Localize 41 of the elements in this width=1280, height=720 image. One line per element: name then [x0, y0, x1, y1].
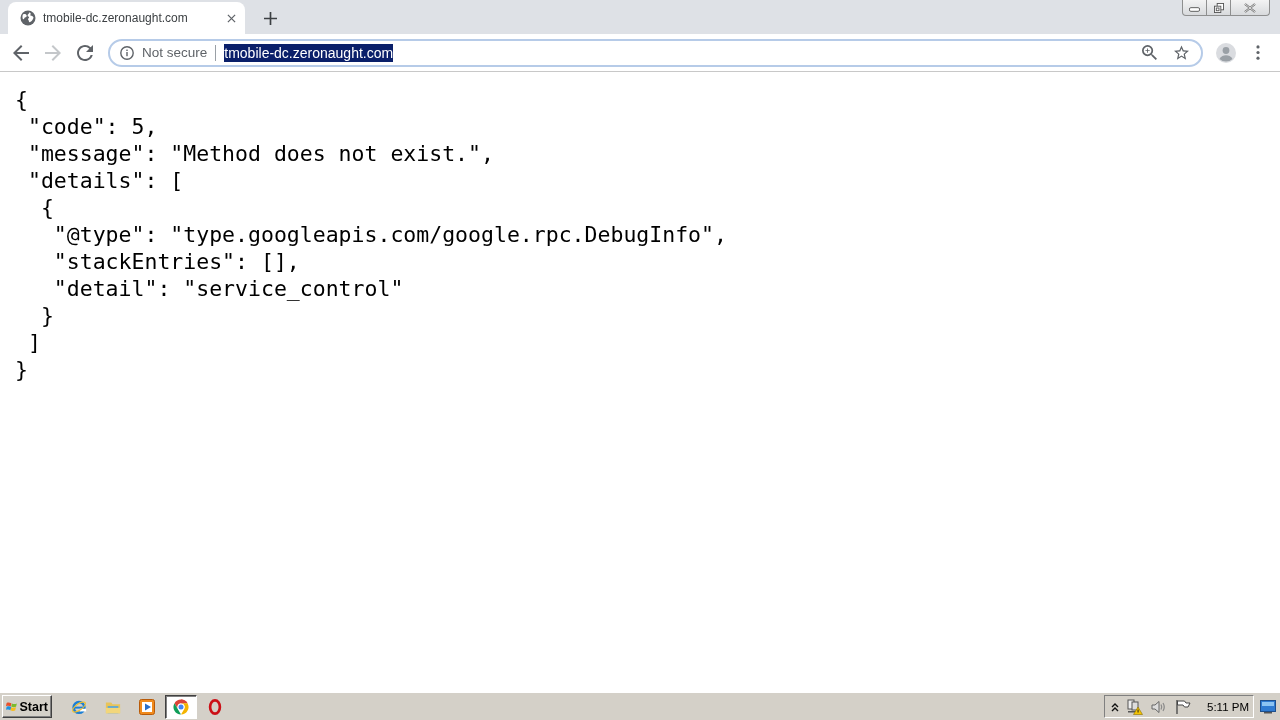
- json-text-line: "@type": "type.googleapis.com/google.rpc.DebugInfo",: [53, 222, 727, 247]
- round-logo-icon: [173, 698, 189, 715]
- speaker-icon[interactable]: [1151, 698, 1167, 715]
- network-warning-icon[interactable]: [1127, 698, 1143, 715]
- flag-icon[interactable]: [1175, 698, 1191, 715]
- clock-text[interactable]: 5:11 PM: [1207, 700, 1249, 713]
- json-text-line: ]: [27, 330, 41, 355]
- chevron-up-icon[interactable]: [1111, 701, 1119, 712]
- json-text-line: "code": 5,: [27, 114, 158, 139]
- json-text-line: "detail": "service_control": [53, 276, 404, 301]
- json-text-line: "details": [: [27, 168, 184, 193]
- restore-icon: [1213, 2, 1224, 13]
- minimize-icon: [1189, 7, 1200, 12]
- monitor-icon[interactable]: [1260, 699, 1276, 714]
- zoom-in-icon: [1141, 45, 1157, 60]
- address-bar[interactable]: Not secure tmobile-dc.zeronaught.com: [108, 38, 1203, 67]
- browser-tab[interactable]: tmobile-dc.zeronaught.com: [8, 2, 245, 34]
- reload-icon: [77, 44, 93, 61]
- taskbar-app-button[interactable]: [165, 694, 197, 719]
- json-text-line: "message": "Method does not exist.",: [27, 141, 494, 166]
- security-button[interactable]: Not secure: [120, 45, 208, 60]
- json-text-line: "stackEntries": [],: [53, 249, 300, 274]
- back-arrow-icon: [13, 44, 29, 61]
- plus-icon: [263, 11, 277, 25]
- json-text-line: }: [15, 357, 28, 382]
- start-button[interactable]: Start: [2, 695, 52, 718]
- json-text-line: }: [40, 303, 54, 328]
- globe-icon: [20, 10, 36, 26]
- json-text-line: {: [15, 87, 28, 112]
- letter-e-logo-icon: [71, 698, 87, 715]
- json-text-line: {: [40, 195, 54, 220]
- info-icon: [120, 45, 134, 60]
- play-tile-icon: [139, 698, 155, 715]
- menu-icon: [1256, 45, 1260, 60]
- avatar-icon: [1216, 42, 1236, 63]
- star-icon: [1173, 45, 1189, 60]
- close-icon: [1244, 2, 1256, 13]
- forward-arrow-icon: [45, 44, 61, 61]
- url-text: tmobile-dc.zeronaught.com: [224, 43, 394, 62]
- close-icon: [226, 13, 236, 23]
- ring-logo-icon: [207, 698, 223, 715]
